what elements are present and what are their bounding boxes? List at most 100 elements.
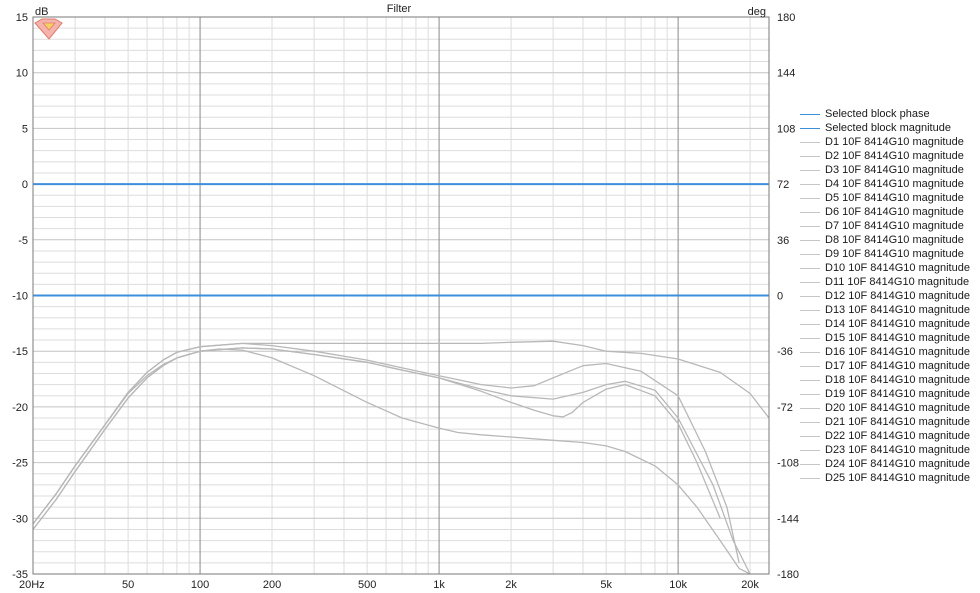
- y-right-tick-label: -108: [777, 458, 799, 470]
- legend-label: D24 10F 8414G10 magnitude: [825, 458, 970, 470]
- legend-item: D6 10F 8414G10 magnitude: [800, 205, 970, 219]
- legend-label: D4 10F 8414G10 magnitude: [825, 178, 964, 190]
- legend-item: D1 10F 8414G10 magnitude: [800, 135, 970, 149]
- legend-label: D12 10F 8414G10 magnitude: [825, 290, 970, 302]
- legend-swatch: [800, 365, 820, 367]
- legend-label: D25 10F 8414G10 magnitude: [825, 472, 970, 484]
- legend-swatch: [800, 183, 820, 185]
- y-left-tick-label: 15: [16, 12, 28, 24]
- legend-label: Selected block phase: [825, 108, 930, 120]
- y-right-unit-label: deg: [748, 6, 766, 18]
- legend-swatch: [800, 281, 820, 283]
- y-right-tick-label: 180: [777, 12, 795, 24]
- legend-swatch: [800, 113, 820, 115]
- legend-label: D11 10F 8414G10 magnitude: [825, 276, 970, 288]
- legend-label: D20 10F 8414G10 magnitude: [825, 402, 970, 414]
- chart-legend: Selected block phase Selected block magni…: [800, 107, 970, 485]
- legend-swatch: [800, 309, 820, 311]
- x-tick-label: 50: [122, 579, 134, 591]
- legend-swatch: [800, 225, 820, 227]
- legend-item: D16 10F 8414G10 magnitude: [800, 345, 970, 359]
- legend-swatch: [800, 197, 820, 199]
- legend-swatch: [800, 253, 820, 255]
- legend-label: D9 10F 8414G10 magnitude: [825, 248, 964, 260]
- legend-swatch: [800, 463, 820, 465]
- y-left-tick-label: -30: [12, 513, 28, 525]
- axis-ticks: 151050-5-10-15-20-25-30-3518014410872360…: [12, 12, 799, 591]
- y-left-tick-label: -5: [18, 235, 28, 247]
- legend-item: D20 10F 8414G10 magnitude: [800, 401, 970, 415]
- legend-item: D7 10F 8414G10 magnitude: [800, 219, 970, 233]
- y-right-tick-label: 144: [777, 68, 795, 80]
- legend-label: D23 10F 8414G10 magnitude: [825, 444, 970, 456]
- legend-label: Selected block magnitude: [825, 122, 951, 134]
- x-tick-label: 2k: [505, 579, 517, 591]
- legend-swatch: [800, 407, 820, 409]
- y-right-tick-label: -144: [777, 513, 799, 525]
- legend-label: D5 10F 8414G10 magnitude: [825, 192, 964, 204]
- app-logo-icon: [34, 18, 63, 40]
- y-right-tick-label: 36: [777, 235, 789, 247]
- legend-label: D13 10F 8414G10 magnitude: [825, 304, 970, 316]
- legend-swatch: [800, 351, 820, 353]
- legend-item: D13 10F 8414G10 magnitude: [800, 303, 970, 317]
- legend-swatch: [800, 337, 820, 339]
- y-left-tick-label: -10: [12, 291, 28, 303]
- x-tick-label: 100: [191, 579, 209, 591]
- legend-label: D10 10F 8414G10 magnitude: [825, 262, 970, 274]
- legend-swatch: [800, 295, 820, 297]
- legend-label: D2 10F 8414G10 magnitude: [825, 150, 964, 162]
- x-tick-label: 500: [358, 579, 376, 591]
- y-right-tick-label: -72: [777, 402, 793, 414]
- legend-swatch: [800, 477, 820, 479]
- legend-swatch: [800, 155, 820, 157]
- legend-swatch: [800, 449, 820, 451]
- x-tick-label: 10k: [669, 579, 687, 591]
- legend-item: Selected block phase: [800, 107, 970, 121]
- legend-label: D21 10F 8414G10 magnitude: [825, 416, 970, 428]
- legend-item: D22 10F 8414G10 magnitude: [800, 429, 970, 443]
- legend-item: D25 10F 8414G10 magnitude: [800, 471, 970, 485]
- chart-title: Filter: [387, 3, 412, 15]
- x-tick-label: 20Hz: [19, 579, 45, 591]
- legend-label: D19 10F 8414G10 magnitude: [825, 388, 970, 400]
- legend-label: D8 10F 8414G10 magnitude: [825, 234, 964, 246]
- legend-item: D9 10F 8414G10 magnitude: [800, 247, 970, 261]
- y-right-tick-label: -36: [777, 346, 793, 358]
- legend-item: D12 10F 8414G10 magnitude: [800, 289, 970, 303]
- legend-label: D1 10F 8414G10 magnitude: [825, 136, 964, 148]
- legend-item: D8 10F 8414G10 magnitude: [800, 233, 970, 247]
- legend-item: Selected block magnitude: [800, 121, 970, 135]
- legend-swatch: [800, 141, 820, 143]
- legend-swatch: [800, 211, 820, 213]
- legend-label: D18 10F 8414G10 magnitude: [825, 374, 970, 386]
- legend-label: D17 10F 8414G10 magnitude: [825, 360, 970, 372]
- y-right-tick-label: 108: [777, 123, 795, 135]
- x-tick-label: 5k: [600, 579, 612, 591]
- legend-item: D18 10F 8414G10 magnitude: [800, 373, 970, 387]
- legend-label: D22 10F 8414G10 magnitude: [825, 430, 970, 442]
- legend-swatch: [800, 393, 820, 395]
- y-left-tick-label: 0: [22, 179, 28, 191]
- legend-item: D3 10F 8414G10 magnitude: [800, 163, 970, 177]
- legend-item: D21 10F 8414G10 magnitude: [800, 415, 970, 429]
- legend-item: D5 10F 8414G10 magnitude: [800, 191, 970, 205]
- y-right-tick-label: 72: [777, 179, 789, 191]
- legend-swatch: [800, 239, 820, 241]
- y-left-tick-label: -20: [12, 402, 28, 414]
- legend-swatch: [800, 127, 820, 129]
- legend-item: D2 10F 8414G10 magnitude: [800, 149, 970, 163]
- y-right-tick-label: 0: [777, 291, 783, 303]
- y-left-unit-label: dB: [35, 6, 48, 18]
- legend-item: D24 10F 8414G10 magnitude: [800, 457, 970, 471]
- legend-item: D4 10F 8414G10 magnitude: [800, 177, 970, 191]
- x-tick-label: 1k: [433, 579, 445, 591]
- legend-item: D15 10F 8414G10 magnitude: [800, 331, 970, 345]
- legend-item: D14 10F 8414G10 magnitude: [800, 317, 970, 331]
- legend-swatch: [800, 435, 820, 437]
- legend-swatch: [800, 267, 820, 269]
- y-left-tick-label: 5: [22, 123, 28, 135]
- legend-swatch: [800, 421, 820, 423]
- legend-label: D15 10F 8414G10 magnitude: [825, 332, 970, 344]
- x-tick-label: 200: [263, 579, 281, 591]
